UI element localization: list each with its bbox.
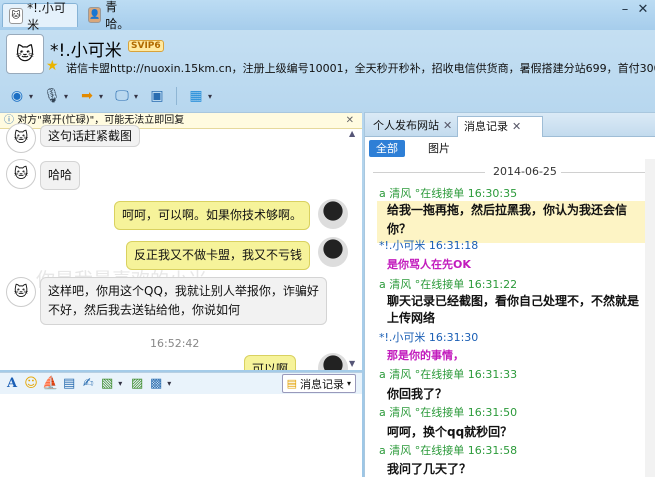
divider: [561, 172, 645, 173]
avatar[interactable]: 🐱: [6, 34, 44, 74]
chevron-down-icon[interactable]: ▾: [167, 379, 175, 388]
remote-desktop-icon: 🖵: [115, 88, 129, 104]
chevron-down-icon: ▾: [346, 379, 351, 388]
file-transfer-button[interactable]: ➡ ▾: [76, 86, 107, 106]
avatar[interactable]: 🐱: [6, 159, 36, 189]
close-icon[interactable]: ✕: [512, 120, 521, 133]
chat-history[interactable]: ⓘ 对方"离开(忙碌)"，可能无法立即回复 ✕ 你是我最喜欢的小米 🐱 这句话赶…: [0, 112, 362, 370]
chevron-down-icon: ▾: [134, 91, 139, 101]
avatar[interactable]: [318, 237, 348, 267]
avatar[interactable]: 🐱: [6, 123, 36, 153]
close-icon[interactable]: ✕: [636, 3, 650, 17]
minimize-icon[interactable]: –: [618, 3, 632, 17]
side-panel: 个人发布网站 ✕ 消息记录 ✕ 全部 图片 2014-06-25 a 清风 °在线接…: [364, 112, 655, 477]
message-bubble: 哈哈: [40, 161, 81, 190]
history-label: 消息记录: [299, 377, 344, 391]
contact-signature: 诺信卡盟http://nuoxin.15km.cn，注册上级编号10001，全天…: [66, 62, 655, 75]
scroll-down-icon[interactable]: ▼: [349, 359, 355, 368]
history-entry-header: a 清风 °在线接单 16:31:50: [379, 406, 518, 419]
tab-chat-qingha[interactable]: 👤 青哈。: [82, 0, 138, 31]
close-icon[interactable]: ✕: [443, 119, 452, 132]
message-line: 这样吧，你用这个QQ，我就让别人举报你，诈骗好: [48, 284, 319, 298]
video-call-button[interactable]: ◉ ▾: [6, 86, 37, 106]
message-history-button[interactable]: ▤ 消息记录 ▾: [281, 374, 356, 393]
history-entry-text: 聊天记录已经截图，看你自己处理不，不然就是上传网络: [387, 294, 640, 325]
side-panel-tabs: 个人发布网站 ✕ 消息记录 ✕: [365, 113, 655, 137]
history-date: 2014-06-25: [493, 165, 557, 178]
voice-call-button[interactable]: 🎙 ▾: [41, 86, 72, 106]
music-icon[interactable]: ▩: [148, 375, 164, 393]
message-bubble: 反正我又不做卡盟，我又不亏钱: [126, 241, 311, 270]
message-input[interactable]: [0, 394, 362, 477]
message-bubble: 这句话赶紧截图: [40, 125, 141, 147]
message-timestamp: 16:52:42: [150, 337, 200, 350]
history-entry-header: a 清风 °在线接单 16:31:22: [379, 278, 518, 291]
date-separator: 2014-06-25: [365, 165, 645, 179]
divider: [373, 172, 485, 173]
history-filter-bar: 全部 图片: [365, 137, 655, 159]
message-bubble: 这样吧，你用这个QQ，我就让别人举报你，诈骗好 不好，然后我去送钻给他，你说如何: [40, 277, 327, 325]
monitor-icon: ▣: [150, 88, 164, 104]
chevron-down-icon: ▾: [29, 91, 34, 101]
window-tab-bar: 🐱 *!.小可米 👤 青哈。 – ✕: [0, 0, 655, 32]
handwriting-icon[interactable]: ✍: [80, 375, 96, 393]
send-file-icon: ➡: [81, 88, 93, 104]
chevron-down-icon: ▾: [208, 91, 213, 101]
star-icon: ★: [46, 58, 59, 74]
tab-label: 青哈。: [105, 0, 130, 31]
chat-toolbar: ◉ ▾ 🎙 ▾ ➡ ▾ 🖵 ▾ ▣ ▦ ▾: [0, 82, 655, 110]
divider: [176, 87, 177, 105]
history-entry-text: 呵呵，换个qq就秒回？: [387, 425, 513, 439]
message-bubble: 呵呵，可以啊。如果你技术够啊。: [114, 201, 311, 230]
emoji-icon[interactable]: ☺: [23, 375, 39, 393]
chat-scrollbar[interactable]: ▲ ▼: [348, 129, 360, 370]
history-icon: ▤: [286, 377, 297, 390]
avatar[interactable]: [318, 199, 348, 229]
tab-message-history[interactable]: 消息记录 ✕: [457, 116, 543, 137]
history-entry-header: a 清风 °在线接单 16:30:35: [379, 187, 518, 200]
history-entry-header: *!.小可米 16:31:30: [379, 331, 479, 344]
screenshot-icon[interactable]: ▧: [99, 375, 115, 393]
apps-grid-icon: ▦: [189, 88, 203, 104]
scroll-up-icon[interactable]: ▲: [349, 129, 355, 138]
history-entry-text: 你回我了？: [387, 387, 448, 401]
tab-chat-xiaokemi[interactable]: 🐱 *!.小可米: [2, 1, 78, 32]
input-toolbar: A ☺ ⛵ ▤ ✍ ▧ ▾ ▨ ▩ ▾ ▤ 消息记录 ▾: [0, 372, 362, 394]
history-entry-header: a 清风 °在线接单 16:31:33: [379, 368, 518, 381]
screen-share-button[interactable]: ▣: [146, 86, 168, 106]
close-icon[interactable]: ✕: [346, 113, 354, 128]
history-entry-header: a 清风 °在线接单 16:31:58: [379, 444, 518, 457]
contact-name: *!.小可米: [50, 41, 122, 61]
history-scrollbar[interactable]: [645, 159, 655, 477]
tab-label: 消息记录: [464, 120, 508, 133]
contact-avatar-icon: 👤: [88, 7, 102, 23]
microphone-icon: 🎙: [43, 88, 61, 104]
font-icon[interactable]: A: [4, 375, 20, 393]
avatar[interactable]: [318, 353, 348, 370]
gif-icon[interactable]: ▤: [61, 375, 77, 393]
chevron-down-icon: ▾: [99, 91, 104, 101]
tab-label: *!.小可米: [27, 0, 66, 32]
apps-button[interactable]: ▦ ▾: [185, 86, 216, 106]
message-line: 不好，然后我去送钻给他，你说如何: [48, 303, 241, 317]
filter-images[interactable]: 图片: [421, 140, 457, 157]
history-entry-header: *!.小可米 16:31:18: [379, 239, 479, 252]
history-entry-text: 我问了几天了？: [387, 462, 472, 476]
shake-icon[interactable]: ⛵: [42, 375, 58, 393]
contact-avatar-icon: 🐱: [9, 7, 24, 24]
filter-all[interactable]: 全部: [369, 140, 405, 157]
remote-assist-button[interactable]: 🖵 ▾: [111, 86, 142, 106]
contact-header: 🐱 *!.小可米 SVIP6 ★ 诺信卡盟http://nuoxin.15km.…: [0, 30, 655, 82]
camera-icon: ◉: [10, 88, 24, 104]
image-icon[interactable]: ▨: [129, 375, 145, 393]
history-entry-text: 那是你的事情，: [387, 349, 464, 362]
tab-label: 个人发布网站: [373, 119, 439, 132]
chevron-down-icon: ▾: [64, 91, 69, 101]
history-entry-text: 是你骂人在先OK: [387, 258, 471, 271]
message-bubble: 可以啊: [244, 355, 297, 370]
avatar[interactable]: 🐱: [6, 277, 36, 307]
chevron-down-icon[interactable]: ▾: [118, 379, 126, 388]
tab-personal-site[interactable]: 个人发布网站 ✕: [367, 116, 453, 137]
vip-badge: SVIP6: [128, 40, 164, 52]
